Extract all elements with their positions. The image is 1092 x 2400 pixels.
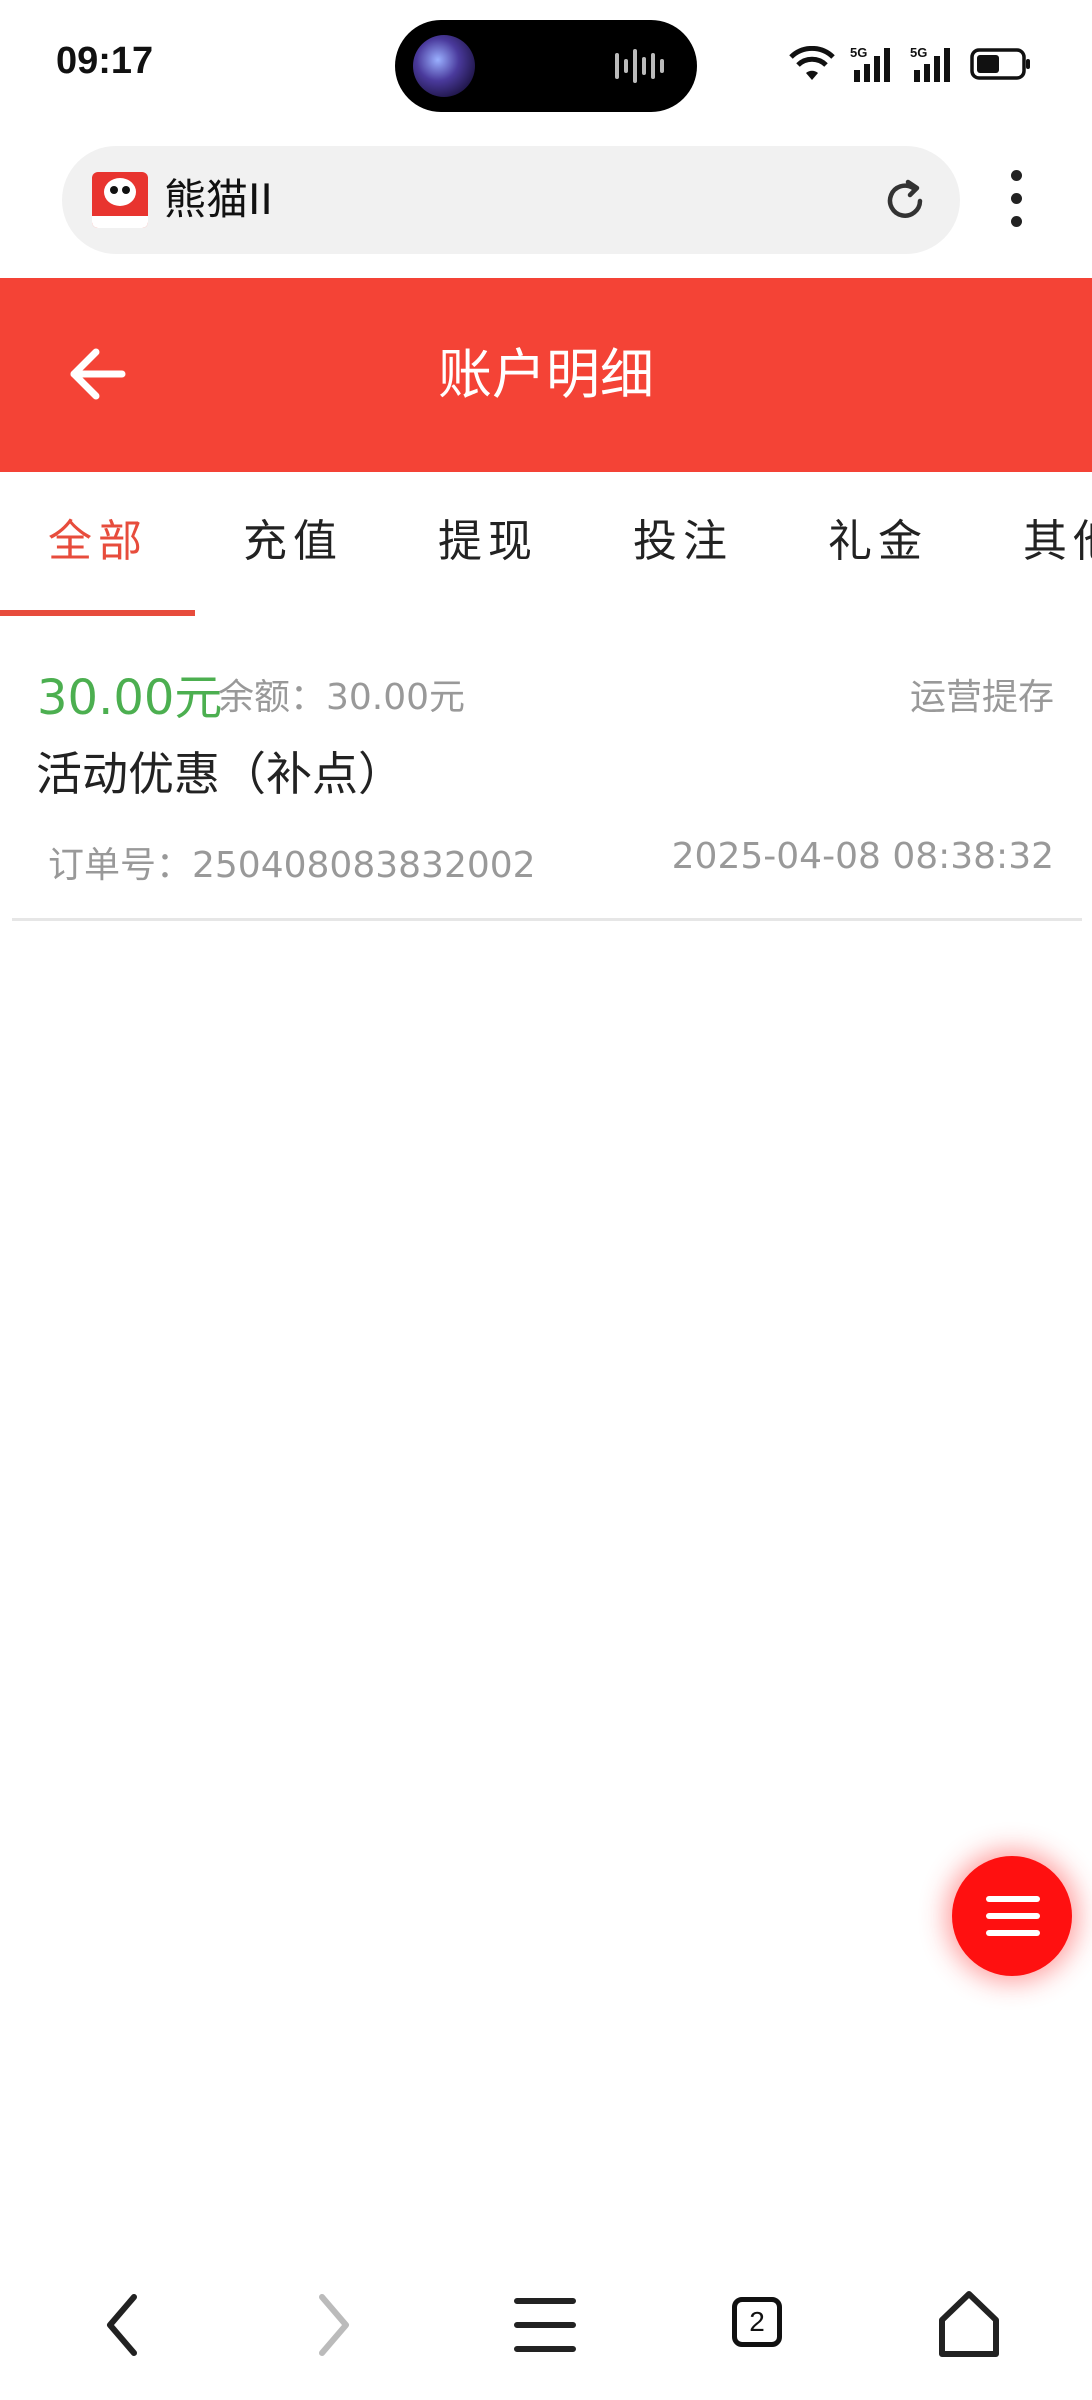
floating-menu-button[interactable] <box>952 1856 1072 1976</box>
forward-icon[interactable] <box>278 2270 388 2380</box>
back-icon[interactable] <box>68 2270 178 2380</box>
tab-all[interactable]: 全部 <box>0 472 196 612</box>
reload-icon[interactable] <box>880 176 930 226</box>
status-icons: 5G 5G <box>788 44 1032 84</box>
svg-text:5G: 5G <box>850 45 867 60</box>
home-icon[interactable] <box>914 2270 1024 2380</box>
record-time: 2025-04-08 08:38:32 <box>671 836 1054 877</box>
audio-wave-icon <box>615 49 664 83</box>
battery-icon <box>970 48 1030 80</box>
dynamic-island[interactable] <box>395 20 697 112</box>
svg-text:5G: 5G <box>910 45 927 60</box>
browser-bottom-nav: 2 <box>0 2270 1092 2380</box>
signal-5g-icon: 5G <box>850 45 890 82</box>
record-operation: 运营提存 <box>909 677 1054 718</box>
menu-icon[interactable] <box>490 2270 600 2380</box>
wifi-icon <box>789 46 835 80</box>
record-order-number: 订单号：250408083832002 <box>48 845 536 886</box>
tabs-button[interactable]: 2 <box>705 2270 815 2380</box>
tab-withdraw[interactable]: 提现 <box>390 472 586 612</box>
app-header: 账户明细 <box>0 278 1092 472</box>
site-logo-icon <box>92 172 148 228</box>
address-bar[interactable]: 熊猫II <box>62 146 960 254</box>
record-amount: 30.00元 <box>37 670 223 726</box>
status-bar: 09:17 5G 5G <box>0 0 1092 130</box>
filter-tabs: 全部 充值 提现 投注 礼金 其他 <box>0 472 1092 620</box>
tab-recharge[interactable]: 充值 <box>195 472 391 612</box>
page: 09:17 5G 5G 熊猫II 账户明细 全部 充值 提现 投注 礼金 其 3… <box>0 0 1092 2400</box>
back-arrow-icon[interactable] <box>64 341 130 407</box>
media-artwork-icon <box>413 35 475 97</box>
divider <box>12 918 1082 921</box>
site-name: 熊猫II <box>164 175 273 224</box>
tab-count: 2 <box>732 2297 782 2347</box>
record-balance: 余额：30.00元 <box>218 677 466 718</box>
tab-bonus[interactable]: 礼金 <box>780 472 976 612</box>
tab-other[interactable]: 其他 <box>975 472 1092 612</box>
active-tab-indicator <box>0 610 195 616</box>
tab-bet[interactable]: 投注 <box>585 472 781 612</box>
signal-5g-icon-2: 5G <box>910 45 950 82</box>
browser-toolbar: 熊猫II <box>0 130 1092 278</box>
page-title: 账户明细 <box>438 343 654 406</box>
more-menu-icon[interactable] <box>996 164 1036 244</box>
record-title: 活动优惠（补点） <box>36 747 404 801</box>
status-time: 09:17 <box>56 40 154 82</box>
list-item[interactable]: 30.00元 余额：30.00元 运营提存 活动优惠（补点） 订单号：25040… <box>12 620 1082 921</box>
